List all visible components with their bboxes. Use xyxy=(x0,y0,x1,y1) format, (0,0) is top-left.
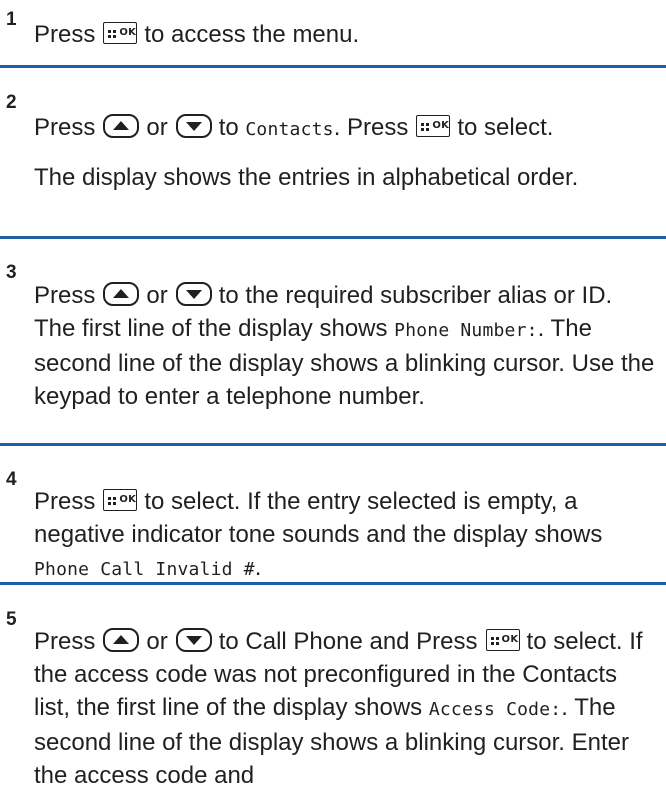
divider xyxy=(0,65,666,68)
up-arrow-key-icon xyxy=(103,282,140,306)
step-number: 2 xyxy=(6,92,17,113)
step-number: 1 xyxy=(6,9,17,30)
display-text: Phone Number: xyxy=(394,320,538,341)
step-number: 3 xyxy=(6,262,17,283)
step-number: 5 xyxy=(6,609,17,630)
step-text: Press or to the required subscriber alias … xyxy=(34,282,655,410)
step-text: Press OK to access the menu. xyxy=(34,21,360,48)
step-text: Press OK to select. If the entry selected … xyxy=(34,488,603,581)
menu-ok-key-icon: OK xyxy=(103,489,138,511)
up-arrow-key-icon xyxy=(103,114,140,138)
step-text: Press or to Call Phone and Press OK to selec… xyxy=(34,628,643,789)
divider xyxy=(0,236,666,239)
step-number: 4 xyxy=(6,469,17,490)
down-arrow-key-icon xyxy=(175,282,212,306)
divider xyxy=(0,582,666,585)
down-arrow-key-icon xyxy=(175,628,212,652)
step-text: Press or to Contacts. Press OK to select. Th… xyxy=(34,111,658,194)
up-arrow-key-icon xyxy=(103,628,140,652)
step-note: The display shows the entries in alphabe… xyxy=(34,164,579,191)
display-text: Phone Call Invalid # xyxy=(34,559,255,580)
display-text: Access Code: xyxy=(428,699,562,720)
menu-ok-key-icon: OK xyxy=(485,629,520,651)
down-arrow-key-icon xyxy=(175,114,212,138)
menu-ok-key-icon: OK xyxy=(103,22,138,44)
display-text: Contacts xyxy=(245,119,334,140)
divider xyxy=(0,443,666,446)
menu-ok-key-icon: OK xyxy=(416,115,451,137)
